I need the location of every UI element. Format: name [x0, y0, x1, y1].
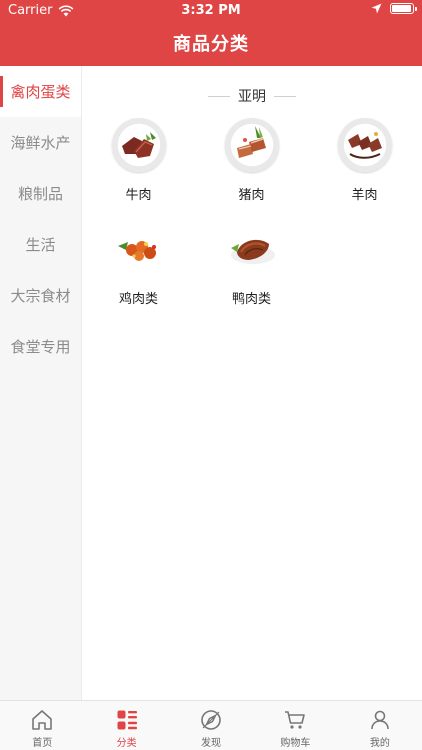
- chicken-image: [112, 222, 166, 276]
- lamb-image: [337, 118, 392, 172]
- profile-icon: [371, 710, 389, 730]
- divider: [208, 95, 230, 97]
- sidebar-item-label: 海鲜水产: [10, 134, 71, 152]
- bottom-tab-bar: 首页 分类 发现 购物车 我的: [0, 700, 422, 750]
- section-header: 亚明: [82, 86, 422, 106]
- tab-discover[interactable]: 发现: [169, 701, 253, 750]
- product-label: 鸭肉类: [231, 292, 271, 307]
- pork-image: [224, 118, 279, 172]
- tab-label: 发现: [201, 738, 222, 749]
- tab-cart[interactable]: 购物车: [253, 701, 337, 750]
- product-panel: 亚明 牛肉 猪肉 羊肉 鸡肉类 鸭肉类: [82, 66, 422, 700]
- beef-image: [111, 118, 166, 172]
- product-label: 鸡肉类: [118, 292, 158, 307]
- sidebar-item-living[interactable]: 生活: [0, 219, 81, 270]
- status-bar: Carrier 3:32 PM: [0, 0, 422, 22]
- home-icon: [32, 710, 53, 730]
- sidebar-item-label: 食堂专用: [10, 338, 71, 356]
- sidebar-item-label: 大宗食材: [10, 287, 71, 305]
- product-label: 牛肉: [125, 188, 152, 203]
- battery-icon: [390, 3, 417, 14]
- product-grid: 牛肉 猪肉 羊肉 鸡肉类 鸭肉类: [82, 114, 422, 314]
- header: Carrier 3:32 PM 商品分类: [0, 0, 422, 66]
- sidebar-item-canteen[interactable]: 食堂专用: [0, 321, 81, 372]
- sidebar-item-seafood[interactable]: 海鲜水产: [0, 117, 81, 168]
- status-right: [371, 3, 417, 14]
- tab-label: 首页: [32, 738, 53, 749]
- location-arrow-icon: [371, 3, 382, 14]
- cart-icon: [285, 711, 306, 729]
- sidebar-item-poultry-meat-eggs[interactable]: 禽肉蛋类: [0, 66, 81, 117]
- tab-label: 我的: [369, 738, 390, 749]
- tab-label: 分类: [116, 738, 137, 749]
- sidebar-item-label: 粮制品: [17, 185, 63, 203]
- tab-label: 购物车: [280, 738, 311, 749]
- sidebar-item-label: 生活: [25, 236, 56, 254]
- category-icon: [117, 710, 137, 730]
- product-item-pork[interactable]: 猪肉: [195, 114, 308, 210]
- duck-image: [225, 222, 279, 276]
- sidebar-item-bulk-ingredients[interactable]: 大宗食材: [0, 270, 81, 321]
- tab-category[interactable]: 分类: [84, 701, 168, 750]
- sidebar-item-label: 禽肉蛋类: [10, 83, 71, 101]
- category-sidebar: 禽肉蛋类 海鲜水产 粮制品 生活 大宗食材 食堂专用: [0, 66, 82, 700]
- tab-profile[interactable]: 我的: [338, 701, 422, 750]
- discover-icon: [201, 710, 221, 730]
- product-label: 羊肉: [351, 188, 378, 203]
- sidebar-item-grain-products[interactable]: 粮制品: [0, 168, 81, 219]
- tab-home[interactable]: 首页: [0, 701, 84, 750]
- product-label: 猪肉: [238, 188, 265, 203]
- product-item-beef[interactable]: 牛肉: [82, 114, 195, 210]
- section-title: 亚明: [238, 89, 266, 105]
- clock: 3:32 PM: [181, 3, 241, 18]
- divider: [274, 95, 296, 97]
- product-item-lamb[interactable]: 羊肉: [308, 114, 421, 210]
- page-title: 商品分类: [173, 34, 249, 55]
- product-item-chicken[interactable]: 鸡肉类: [82, 218, 195, 314]
- product-item-duck[interactable]: 鸭肉类: [195, 218, 308, 314]
